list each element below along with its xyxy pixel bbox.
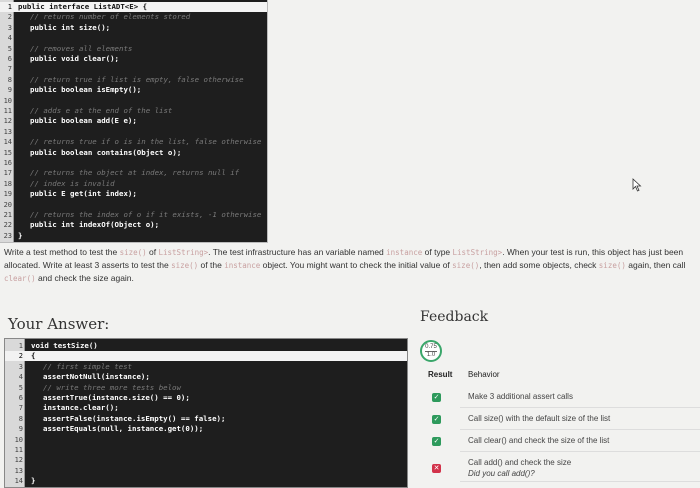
feedback-hint: Did you call add()? <box>468 469 535 478</box>
line-number: 2 <box>7 13 12 22</box>
cross-icon: ✕ <box>432 464 441 473</box>
behavior-column-header: Behavior <box>468 370 500 379</box>
line-number: 1 <box>18 342 23 350</box>
code-comment-line: // write three more tests below <box>43 382 181 392</box>
code-comment-line: // return true if list is empty, false o… <box>30 74 244 84</box>
line-number: 8 <box>7 75 12 84</box>
code-line: assertFalse(instance.isEmpty() == false)… <box>43 413 226 423</box>
line-number: 10 <box>3 96 12 105</box>
line-number: 5 <box>7 44 12 53</box>
check-icon: ✓ <box>432 415 441 424</box>
result-column-header: Result <box>428 370 453 379</box>
mouse-cursor-icon <box>632 178 642 192</box>
line-number: 3 <box>7 23 12 32</box>
line-number: 4 <box>18 373 23 382</box>
check-icon: ✓ <box>432 437 441 446</box>
grade-badge: 0.75 1.0 <box>420 340 442 362</box>
line-number: 13 <box>3 127 12 136</box>
code-line: void testSize() <box>31 341 98 350</box>
feedback-behavior: Call add() and check the size <box>468 458 572 467</box>
line-number: 8 <box>18 414 23 423</box>
line-number: 17 <box>3 169 12 178</box>
line-number: 3 <box>18 362 23 371</box>
line-number: 9 <box>18 425 23 434</box>
interface-code-editor: 1 public interface ListADT<E> { 2 // return… <box>0 0 268 243</box>
your-answer-heading: Your Answer: <box>8 315 110 333</box>
feedback-row: ✕ Call add() and check the size Did you … <box>420 456 700 482</box>
line-number: 10 <box>14 435 23 444</box>
line-number: 16 <box>3 159 12 167</box>
line-number: 4 <box>7 34 12 43</box>
code-comment-line: // removes all elements <box>30 43 133 53</box>
code-comment-line: // returns the object at index, returns … <box>30 168 240 178</box>
code-line: public interface ListADT<E> { <box>18 2 148 11</box>
code-comment-line: // returns the index of o if it exists, … <box>30 210 262 219</box>
code-comment-line: // adds e at the end of the list <box>30 106 173 115</box>
code-line: { <box>31 351 36 361</box>
line-number: 12 <box>3 117 12 126</box>
answer-code-editor[interactable]: 1 void testSize() 2 {3 // first simple test 4… <box>4 338 408 488</box>
code-line: public int size(); <box>30 22 111 32</box>
code-line: public E get(int index); <box>30 189 137 199</box>
code-line: assertEquals(null, instance.get(0)); <box>43 424 204 434</box>
question-description: Write a test method to test the size() o… <box>4 247 686 283</box>
feedback-row: ✓ Call clear() and check the size of the… <box>420 432 700 452</box>
line-number: 1 <box>0 2 14 12</box>
line-number: 23 <box>3 231 12 240</box>
line-number: 22 <box>3 221 12 230</box>
code-comment-line: // index is invalid <box>30 178 115 188</box>
line-number: 11 <box>14 446 23 454</box>
line-number: 14 <box>3 138 12 147</box>
code-line: public boolean add(E e); <box>30 116 137 126</box>
line-number: 7 <box>18 404 23 413</box>
code-line: assertNotNull(instance); <box>43 372 150 382</box>
code-line: assertTrue(instance.size() == 0); <box>43 393 190 402</box>
current-line-highlight <box>25 351 407 362</box>
feedback-row: ✓ Make 3 additional assert calls <box>420 388 700 408</box>
code-line: instance.clear(); <box>43 403 119 413</box>
feedback-behavior: Call clear() and check the size of the l… <box>468 436 610 445</box>
feedback-row: ✓ Call size() with the default size of t… <box>420 410 700 430</box>
code-comment-line: // returns number of elements stored <box>30 12 191 22</box>
line-number: 14 <box>14 477 23 486</box>
feedback-behavior: Make 3 additional assert calls <box>468 392 573 401</box>
code-line: public int indexOf(Object o); <box>30 220 160 230</box>
code-comment-line: // first simple test <box>43 361 132 371</box>
line-number: 12 <box>14 456 23 465</box>
grade-total: 1.0 <box>425 351 437 358</box>
grade-score: 0.75 <box>425 344 437 350</box>
line-number: 18 <box>3 179 12 188</box>
line-number: 19 <box>3 190 12 199</box>
code-line: public boolean contains(Object o); <box>30 147 182 157</box>
line-number: 20 <box>3 200 12 209</box>
check-icon: ✓ <box>432 393 441 402</box>
code-comment-line: // returns true if o is in the list, fal… <box>30 137 262 147</box>
line-number: 6 <box>7 55 12 63</box>
line-number: 6 <box>18 394 23 402</box>
code-line: public boolean isEmpty(); <box>30 85 142 95</box>
line-number: 9 <box>7 86 12 95</box>
line-number: 7 <box>7 65 12 74</box>
line-number: 11 <box>3 107 12 115</box>
code-line: public void clear(); <box>30 54 119 63</box>
feedback-behavior: Call size() with the default size of the… <box>468 414 611 423</box>
code-line: } <box>18 230 23 240</box>
feedback-heading: Feedback <box>420 309 489 325</box>
line-number: 5 <box>18 383 23 392</box>
line-number: 13 <box>14 466 23 475</box>
code-line: } <box>31 476 36 486</box>
line-number: 15 <box>3 148 12 157</box>
line-number: 21 <box>3 211 12 219</box>
line-number: 2 <box>5 351 25 362</box>
